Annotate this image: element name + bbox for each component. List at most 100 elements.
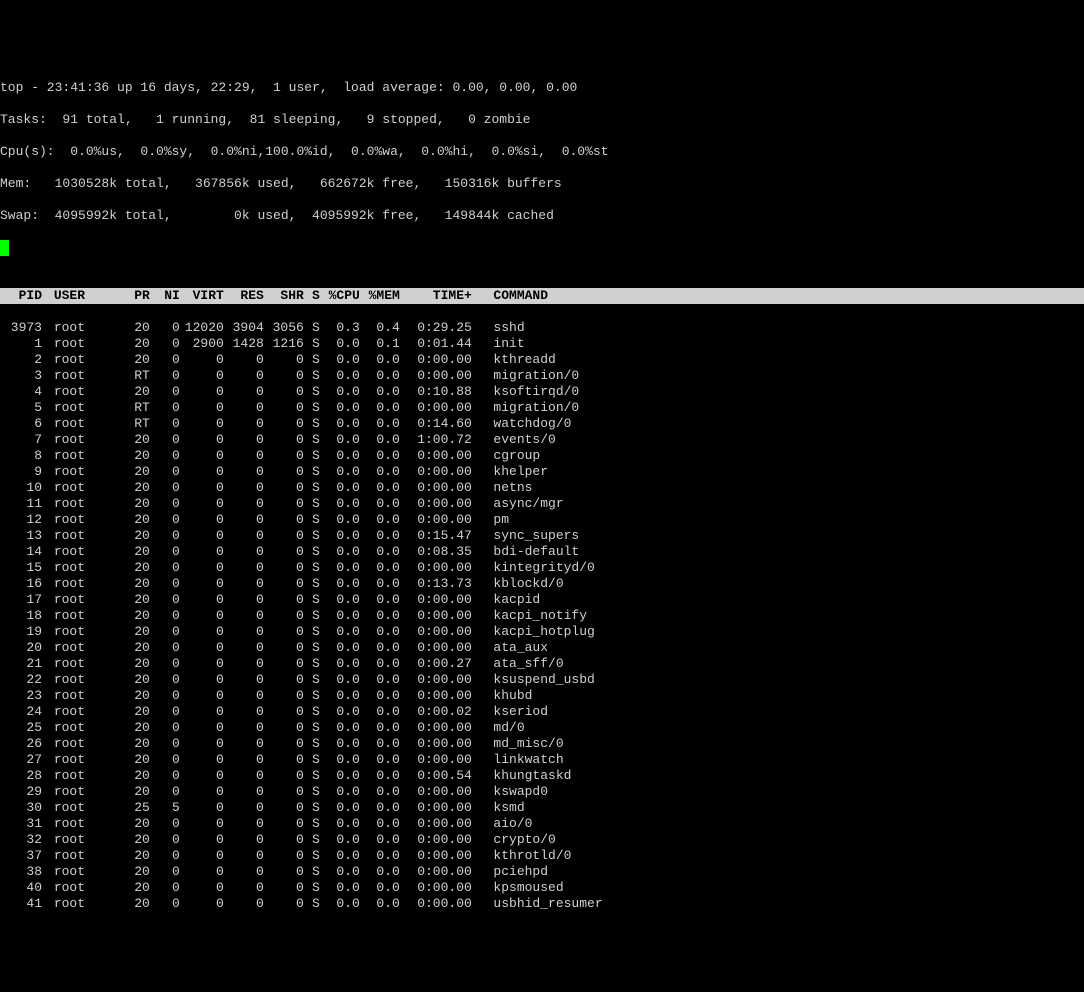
cell-pr: 20 bbox=[120, 864, 150, 880]
cell-user: root bbox=[50, 416, 120, 432]
cell-cmd: crypto/0 bbox=[487, 832, 555, 848]
cell-user: root bbox=[50, 864, 120, 880]
cell-s: S bbox=[304, 528, 320, 544]
cell-cmd: async/mgr bbox=[487, 496, 563, 512]
cell-cpu: 0.0 bbox=[320, 640, 360, 656]
cell-user: root bbox=[50, 656, 120, 672]
cell-pid: 11 bbox=[0, 496, 42, 512]
cell-res: 0 bbox=[224, 480, 264, 496]
cell-ni: 0 bbox=[150, 592, 180, 608]
process-row: 22 root200000S0.00.00:00.00 ksuspend_usb… bbox=[0, 672, 1084, 688]
cell-ni: 0 bbox=[150, 352, 180, 368]
cell-pid: 20 bbox=[0, 640, 42, 656]
cell-res: 0 bbox=[224, 624, 264, 640]
cell-time: 0:00.00 bbox=[400, 640, 472, 656]
col-s: S bbox=[304, 288, 320, 304]
process-row: 8 root200000S0.00.00:00.00 cgroup bbox=[0, 448, 1084, 464]
cell-res: 3904 bbox=[224, 320, 264, 336]
cell-cpu: 0.0 bbox=[320, 528, 360, 544]
cell-shr: 0 bbox=[264, 672, 304, 688]
cell-cpu: 0.0 bbox=[320, 768, 360, 784]
cell-pr: 20 bbox=[120, 512, 150, 528]
cell-ni: 0 bbox=[150, 784, 180, 800]
cell-pid: 15 bbox=[0, 560, 42, 576]
cell-virt: 0 bbox=[180, 384, 224, 400]
cell-ni: 0 bbox=[150, 624, 180, 640]
cell-cmd: md_misc/0 bbox=[487, 736, 563, 752]
cell-shr: 0 bbox=[264, 640, 304, 656]
cell-res: 0 bbox=[224, 656, 264, 672]
cell-time: 0:00.00 bbox=[400, 448, 472, 464]
cell-ni: 0 bbox=[150, 880, 180, 896]
cell-s: S bbox=[304, 720, 320, 736]
cell-cmd: ksoftirqd/0 bbox=[487, 384, 579, 400]
cell-virt: 0 bbox=[180, 432, 224, 448]
cell-res: 0 bbox=[224, 784, 264, 800]
cell-res: 0 bbox=[224, 672, 264, 688]
cell-user: root bbox=[50, 496, 120, 512]
cell-user: root bbox=[50, 368, 120, 384]
cell-cpu: 0.0 bbox=[320, 560, 360, 576]
cell-user: root bbox=[50, 624, 120, 640]
cell-time: 0:00.02 bbox=[400, 704, 472, 720]
cell-user: root bbox=[50, 608, 120, 624]
cell-s: S bbox=[304, 608, 320, 624]
cell-pid: 25 bbox=[0, 720, 42, 736]
cell-cmd: bdi-default bbox=[487, 544, 579, 560]
cell-cpu: 0.0 bbox=[320, 480, 360, 496]
process-row: 15 root200000S0.00.00:00.00 kintegrityd/… bbox=[0, 560, 1084, 576]
cell-virt: 0 bbox=[180, 416, 224, 432]
cell-cpu: 0.0 bbox=[320, 880, 360, 896]
cell-ni: 0 bbox=[150, 496, 180, 512]
cell-virt: 0 bbox=[180, 688, 224, 704]
cell-virt: 0 bbox=[180, 784, 224, 800]
cell-cmd: usbhid_resumer bbox=[487, 896, 602, 912]
cell-res: 0 bbox=[224, 816, 264, 832]
cell-virt: 0 bbox=[180, 576, 224, 592]
cell-shr: 0 bbox=[264, 416, 304, 432]
cell-s: S bbox=[304, 320, 320, 336]
cell-pr: 20 bbox=[120, 320, 150, 336]
cell-pr: 20 bbox=[120, 720, 150, 736]
cell-virt: 0 bbox=[180, 832, 224, 848]
cell-user: root bbox=[50, 352, 120, 368]
cell-pid: 30 bbox=[0, 800, 42, 816]
cell-virt: 0 bbox=[180, 496, 224, 512]
process-row: 6 rootRT0000S0.00.00:14.60 watchdog/0 bbox=[0, 416, 1084, 432]
cell-virt: 0 bbox=[180, 848, 224, 864]
cell-pid: 40 bbox=[0, 880, 42, 896]
cell-shr: 0 bbox=[264, 720, 304, 736]
cell-cpu: 0.0 bbox=[320, 624, 360, 640]
cell-shr: 0 bbox=[264, 592, 304, 608]
cell-virt: 0 bbox=[180, 704, 224, 720]
cell-shr: 0 bbox=[264, 464, 304, 480]
cell-cmd: watchdog/0 bbox=[487, 416, 571, 432]
cell-cmd: migration/0 bbox=[487, 400, 579, 416]
cell-s: S bbox=[304, 576, 320, 592]
cell-cpu: 0.0 bbox=[320, 400, 360, 416]
cell-time: 0:00.00 bbox=[400, 720, 472, 736]
cell-cmd: init bbox=[487, 336, 524, 352]
cell-mem: 0.0 bbox=[360, 704, 400, 720]
cell-time: 0:08.35 bbox=[400, 544, 472, 560]
cell-cmd: kswapd0 bbox=[487, 784, 548, 800]
col-mem: %MEM bbox=[360, 288, 400, 304]
cell-mem: 0.0 bbox=[360, 672, 400, 688]
cell-mem: 0.0 bbox=[360, 768, 400, 784]
cell-user: root bbox=[50, 528, 120, 544]
cell-pr: 20 bbox=[120, 352, 150, 368]
cell-mem: 0.0 bbox=[360, 448, 400, 464]
cell-mem: 0.0 bbox=[360, 832, 400, 848]
cell-time: 0:00.00 bbox=[400, 896, 472, 912]
cell-ni: 0 bbox=[150, 448, 180, 464]
cell-ni: 0 bbox=[150, 608, 180, 624]
cell-cpu: 0.0 bbox=[320, 800, 360, 816]
cell-s: S bbox=[304, 432, 320, 448]
cell-s: S bbox=[304, 368, 320, 384]
command-prompt[interactable] bbox=[0, 240, 1084, 256]
cell-time: 0:00.54 bbox=[400, 768, 472, 784]
cell-shr: 0 bbox=[264, 688, 304, 704]
cell-res: 0 bbox=[224, 896, 264, 912]
cell-cpu: 0.0 bbox=[320, 384, 360, 400]
cell-time: 0:00.00 bbox=[400, 688, 472, 704]
